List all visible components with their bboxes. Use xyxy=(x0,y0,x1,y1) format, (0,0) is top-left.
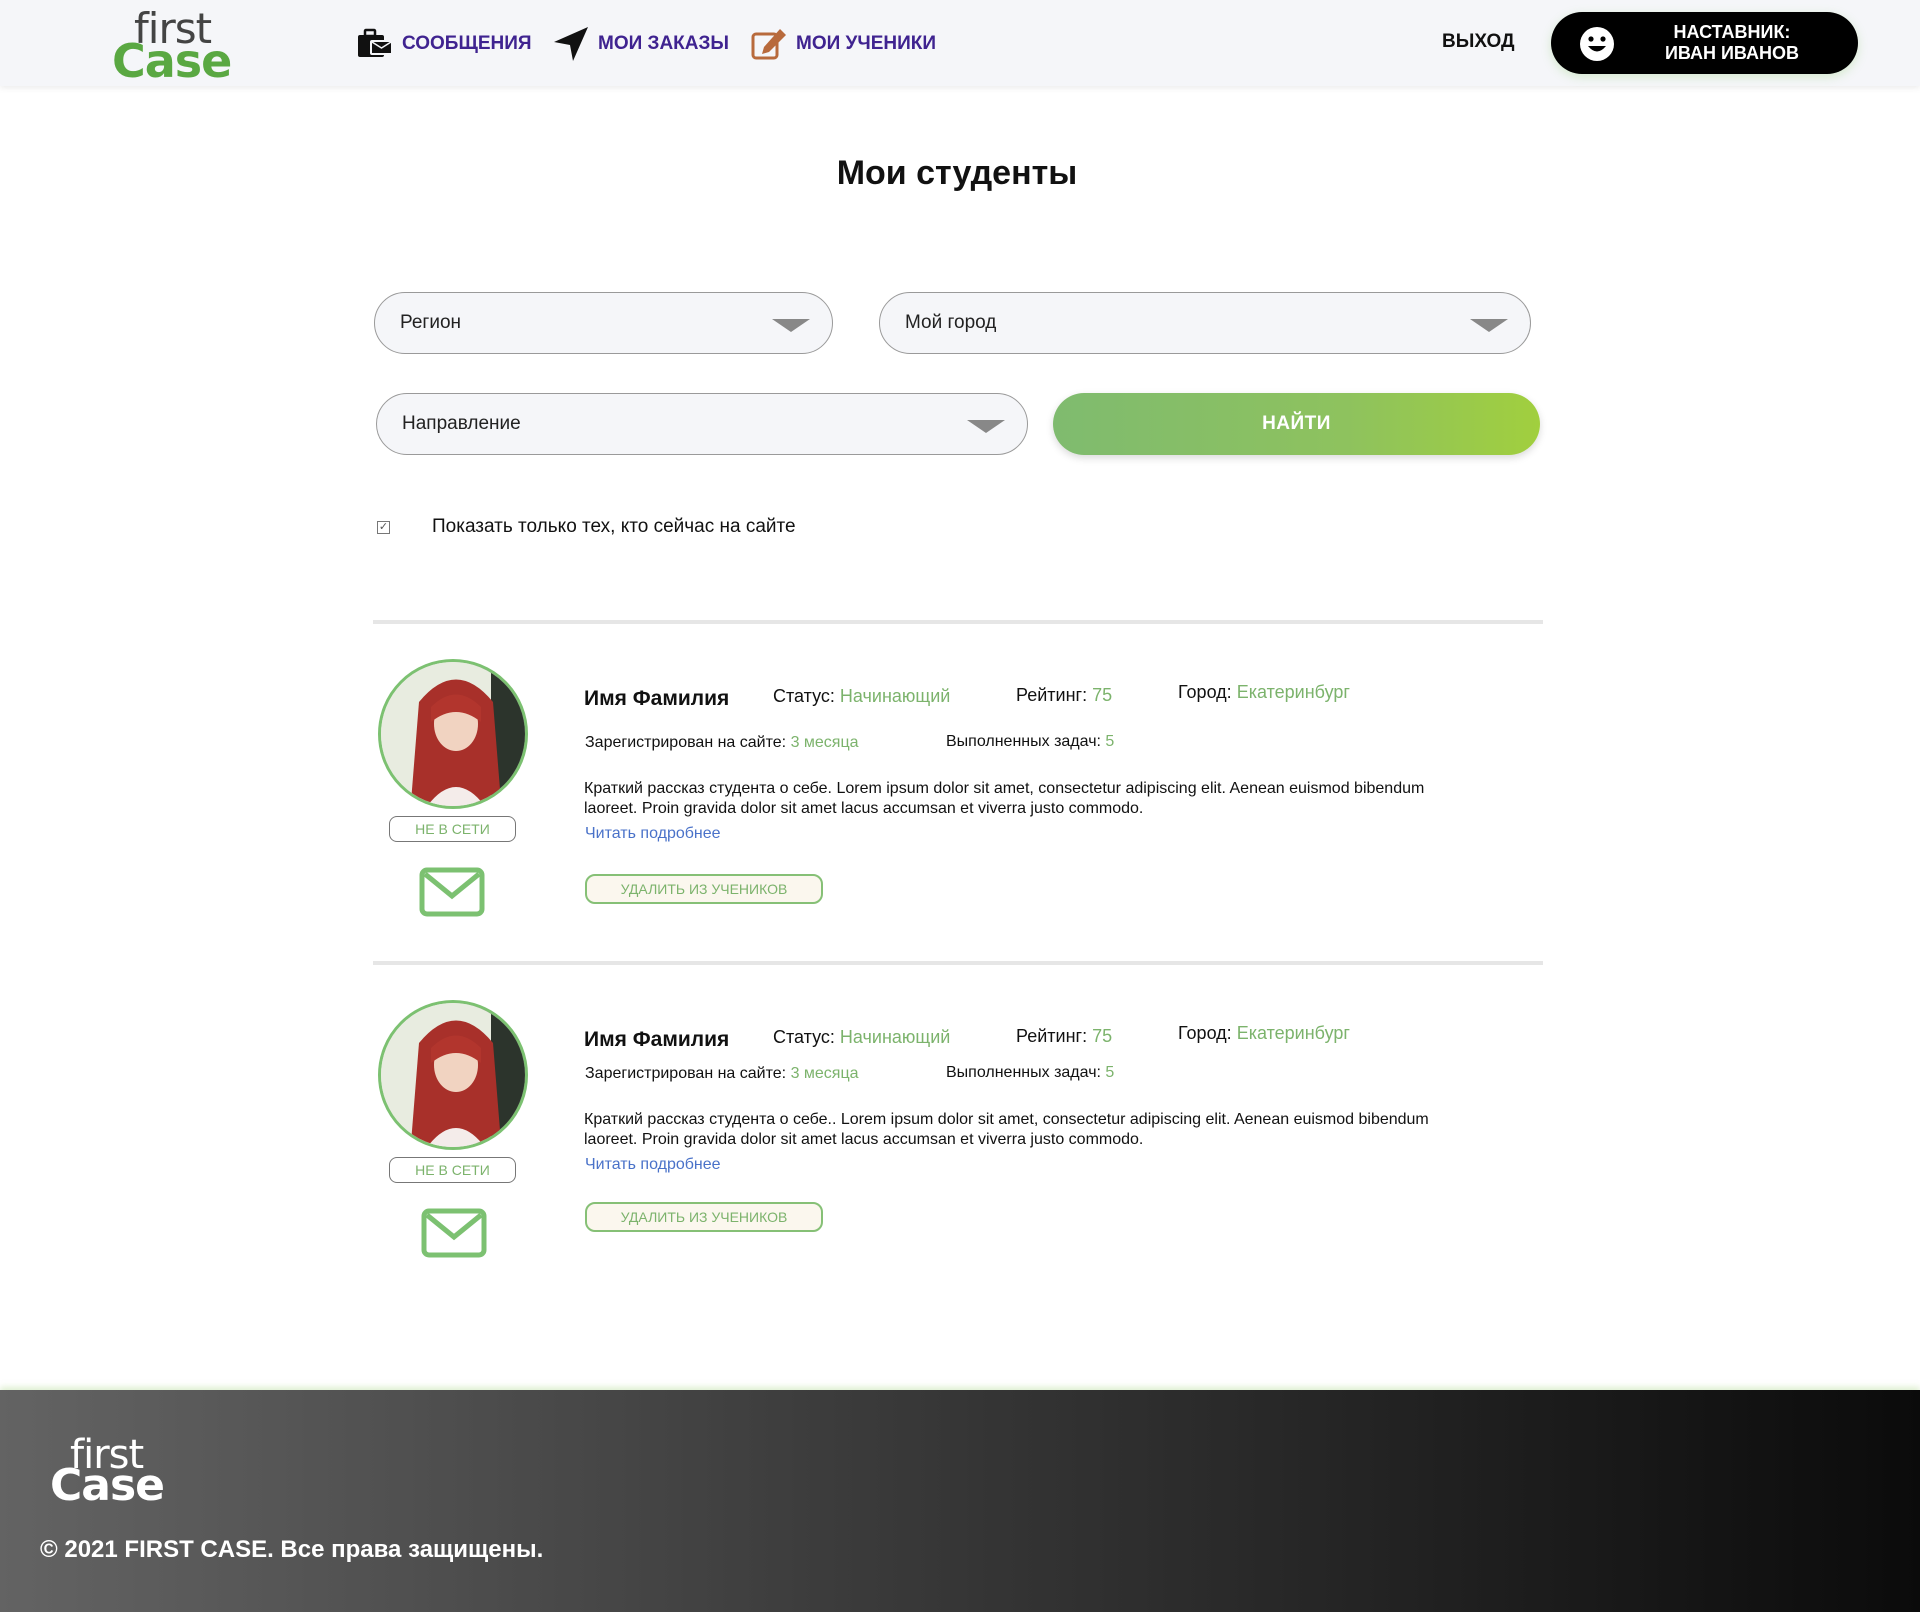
student-registered: Зарегистрирован на сайте: 3 месяца xyxy=(585,1065,859,1083)
tasks-label: Выполненных задач: xyxy=(946,733,1101,750)
city-value: Екатеринбург xyxy=(1236,1023,1350,1043)
online-only-checkbox[interactable]: ✓ xyxy=(377,521,390,534)
student-card: НЕ В СЕТИ Имя Фамилия Статус: Начинающий… xyxy=(373,1000,1543,1320)
city-label: Город: xyxy=(1178,1023,1232,1043)
mentor-role: НАСТАВНИК: xyxy=(1673,22,1791,42)
rating-label: Рейтинг: xyxy=(1016,1026,1088,1046)
rating-value: 75 xyxy=(1092,685,1113,705)
avatar[interactable] xyxy=(378,659,528,809)
student-city: Город: Екатеринбург xyxy=(1178,682,1350,703)
briefcase-icon xyxy=(356,27,394,61)
student-name[interactable]: Имя Фамилия xyxy=(584,687,729,711)
online-only-label: Показать только тех, кто сейчас на сайте xyxy=(432,516,796,537)
mentor-name: НАСТАВНИК: ИВАН ИВАНОВ xyxy=(1627,22,1837,64)
registered-value: 3 месяца xyxy=(790,734,859,751)
region-select-value: Регион xyxy=(400,312,462,333)
paper-plane-icon xyxy=(552,26,590,62)
divider xyxy=(373,620,1543,624)
page-title: Мои студенты xyxy=(836,154,1078,192)
avatar[interactable] xyxy=(378,1000,528,1150)
nav-orders-label: МОИ ЗАКАЗЫ xyxy=(598,33,729,54)
tasks-value: 5 xyxy=(1105,733,1115,750)
tasks-label: Выполненных задач: xyxy=(946,1064,1101,1081)
registered-label: Зарегистрирован на сайте: xyxy=(585,734,787,751)
status-value: Начинающий xyxy=(839,686,951,706)
student-name[interactable]: Имя Фамилия xyxy=(584,1028,729,1052)
mentor-fullname: ИВАН ИВАНОВ xyxy=(1664,43,1800,63)
status-value: Начинающий xyxy=(839,1027,951,1047)
student-tasks: Выполненных задач: 5 xyxy=(946,1064,1114,1082)
city-label: Город: xyxy=(1178,682,1232,702)
city-value: Екатеринбург xyxy=(1236,682,1350,702)
student-card: НЕ В СЕТИ Имя Фамилия Статус: Начинающий… xyxy=(373,659,1543,979)
logo[interactable]: first Case xyxy=(112,4,232,88)
read-more-link[interactable]: Читать подробнее xyxy=(585,825,721,843)
student-city: Город: Екатеринбург xyxy=(1178,1023,1350,1044)
chevron-down-icon xyxy=(967,420,1005,433)
remove-student-button[interactable]: УДАЛИТЬ ИЗ УЧЕНИКОВ xyxy=(585,874,823,904)
copyright-text: © 2021 FIRST CASE. Все права защищены. xyxy=(40,1536,544,1563)
envelope-icon[interactable] xyxy=(421,1208,487,1263)
find-button[interactable]: НАЙТИ xyxy=(1053,393,1540,455)
tasks-value: 5 xyxy=(1105,1064,1115,1081)
smiley-icon xyxy=(1579,26,1615,67)
rating-value: 75 xyxy=(1092,1026,1113,1046)
envelope-icon[interactable] xyxy=(419,867,485,922)
logout-link[interactable]: ВЫХОД xyxy=(1442,31,1515,53)
status-label: Статус: xyxy=(773,1027,835,1047)
logo-case-text: Case xyxy=(112,34,232,88)
site-footer: first Case © 2021 FIRST CASE. Все права … xyxy=(0,1390,1920,1612)
student-rating: Рейтинг: 75 xyxy=(1016,1026,1112,1047)
mentor-profile-button[interactable]: НАСТАВНИК: ИВАН ИВАНОВ xyxy=(1551,12,1858,74)
remove-student-button[interactable]: УДАЛИТЬ ИЗ УЧЕНИКОВ xyxy=(585,1202,823,1232)
chevron-down-icon xyxy=(772,319,810,332)
region-select[interactable]: Регион xyxy=(374,292,833,354)
nav-orders[interactable]: МОИ ЗАКАЗЫ xyxy=(552,24,729,64)
student-tasks: Выполненных задач: 5 xyxy=(946,733,1114,751)
city-select-value: Мой город xyxy=(905,312,997,333)
city-select[interactable]: Мой город xyxy=(879,292,1531,354)
nav-messages[interactable]: СООБЩЕНИЯ xyxy=(356,24,532,64)
status-label: Статус: xyxy=(773,686,835,706)
nav-students-label: МОИ УЧЕНИКИ xyxy=(796,33,937,54)
edit-icon xyxy=(750,27,788,61)
registered-label: Зарегистрирован на сайте: xyxy=(585,1065,787,1082)
rating-label: Рейтинг: xyxy=(1016,685,1088,705)
student-rating: Рейтинг: 75 xyxy=(1016,685,1112,706)
presence-badge: НЕ В СЕТИ xyxy=(389,816,516,842)
student-status: Статус: Начинающий xyxy=(773,686,950,707)
student-registered: Зарегистрирован на сайте: 3 месяца xyxy=(585,734,859,752)
student-status: Статус: Начинающий xyxy=(773,1027,950,1048)
read-more-link[interactable]: Читать подробнее xyxy=(585,1156,721,1174)
site-header: first Case СООБЩЕНИЯ МОИ ЗАКАЗЫ МОИ УЧЕН… xyxy=(0,0,1920,88)
direction-select-value: Направление xyxy=(402,413,521,434)
divider xyxy=(373,961,1543,965)
nav-messages-label: СООБЩЕНИЯ xyxy=(402,33,532,54)
nav-students[interactable]: МОИ УЧЕНИКИ xyxy=(750,24,936,64)
chevron-down-icon xyxy=(1470,319,1508,332)
student-about: Краткий рассказ студента о себе. Lorem i… xyxy=(584,780,1425,817)
student-about: Краткий рассказ студента о себе.. Lorem … xyxy=(584,1111,1429,1148)
footer-logo[interactable]: first Case xyxy=(50,1432,170,1511)
presence-badge: НЕ В СЕТИ xyxy=(389,1157,516,1183)
footer-logo-case-text: Case xyxy=(50,1460,165,1511)
direction-select[interactable]: Направление xyxy=(376,393,1028,455)
registered-value: 3 месяца xyxy=(790,1065,859,1082)
